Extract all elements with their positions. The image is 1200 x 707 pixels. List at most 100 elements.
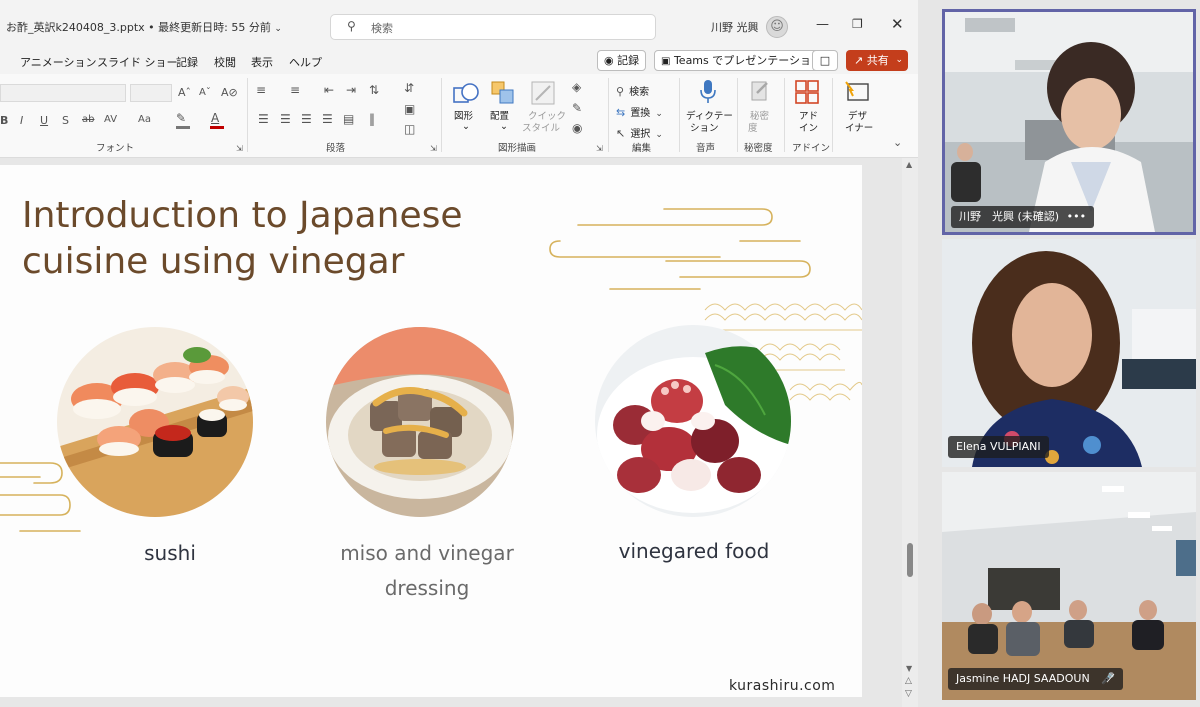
group-paragraph-label: 段落 [326,143,346,154]
group-font-label: フォント [96,143,135,154]
vertical-scrollbar[interactable]: ▲ ▼ △ ▽ [902,158,918,707]
scroll-down-icon[interactable]: ▼ [906,664,912,673]
more-options-icon[interactable]: ••• [1067,210,1086,223]
font-color-icon[interactable]: A [211,111,219,125]
columns-icon[interactable]: ‖ [369,112,375,126]
search-placeholder: 検索 [371,22,393,35]
change-case-button[interactable]: Aa [138,114,151,125]
elena-video [942,239,1196,467]
line-spacing-icon[interactable]: ⇅ [369,83,379,97]
underline-button[interactable]: U [40,114,48,127]
close-icon[interactable]: ✕ [891,15,904,33]
designer-button[interactable]: デザ イナー [838,78,878,136]
align-center-icon[interactable]: ☰ [280,112,291,126]
share-button[interactable]: ↗ 共有 ⌄ [846,50,908,71]
caption-miso-line-2[interactable]: dressing [320,576,534,600]
strikethrough-button[interactable]: ab [82,114,94,125]
italic-button[interactable]: I [20,114,23,127]
restore-icon[interactable]: ❐ [852,17,863,31]
search-box[interactable]: ⚲ 検索 [330,14,656,40]
numbering-icon[interactable]: ≡ [290,83,300,97]
vinegared-food-photo[interactable] [595,325,791,517]
addins-button[interactable]: アド イン [790,78,824,136]
user-name[interactable]: 川野 光興 [711,19,759,35]
bullets-icon[interactable]: ≡ [256,83,266,97]
shape-fill-icon[interactable]: ◈ [572,80,581,94]
menu-record[interactable]: 記録 [176,54,198,70]
clear-format-icon[interactable]: A⊘ [221,86,238,99]
distributed-icon[interactable]: ▤ [343,112,354,126]
slide-title-line-2: cuisine using vinegar [22,241,405,282]
participant-name-tag: Elena VULPIANI [948,436,1049,458]
shape-outline-icon[interactable]: ✎ [572,101,582,115]
align-text-icon[interactable]: ▣ [404,102,415,116]
slide-canvas[interactable]: Introduction to Japanese cuisine using v… [0,165,862,697]
menu-view[interactable]: 表示 [251,54,273,70]
group-editing-label: 編集 [632,143,652,154]
arrange-button[interactable]: 配置 ⌄ [488,78,518,136]
record-icon: ◉ [604,54,614,67]
octopus-image [595,325,791,517]
slide-title[interactable]: Introduction to Japanese cuisine using v… [22,193,463,285]
dialog-launcher-icon[interactable]: ⇲ [430,144,437,153]
shapes-icon [453,83,479,103]
scrollbar-thumb[interactable] [907,543,913,577]
caption-miso-line-1[interactable]: miso and vinegar [320,541,534,565]
microphone-icon [700,80,716,103]
dialog-launcher-icon[interactable]: ⇲ [236,144,243,153]
share-icon: ↗ [854,54,864,67]
bold-button[interactable]: B [0,114,8,127]
present-in-teams-button[interactable]: ▣ Teams でプレゼンテーション [654,50,830,71]
align-right-icon[interactable]: ☰ [301,112,312,126]
menu-review[interactable]: 校閲 [214,54,236,70]
participant-tile-presenter[interactable]: 川野 光興 (未確認) ••• [942,9,1196,235]
caption-vinegared-food[interactable]: vinegared food [596,539,792,563]
decrease-indent-icon[interactable]: ⇤ [324,83,334,97]
justify-icon[interactable]: ☰ [322,112,333,126]
increase-indent-icon[interactable]: ⇥ [346,83,356,97]
shape-effects-icon[interactable]: ◉ [572,121,582,135]
dictate-button[interactable]: ディクテー ション [684,78,733,136]
align-left-icon[interactable]: ☰ [258,112,269,126]
replace-button[interactable]: ⇆ 置換 ⌄ [616,101,663,119]
miso-vinegar-photo[interactable] [326,327,514,517]
menu-slideshow[interactable]: スライド ショー [97,54,178,70]
find-button[interactable]: ⚲ 検索 [616,80,649,98]
next-slide-icon[interactable]: ▽ [905,689,912,699]
participant-tile-elena[interactable]: Elena VULPIANI [942,239,1196,467]
font-size-combo[interactable] [130,84,172,102]
previous-slide-icon[interactable]: △ [905,676,912,686]
comment-icon[interactable]: □ [812,50,838,71]
shrink-font-icon[interactable]: Aˇ [199,87,211,98]
highlight-color-bar [176,126,190,129]
minimize-icon[interactable]: — [816,17,829,32]
text-direction-icon[interactable]: ⇵ [404,81,414,95]
document-title[interactable]: お酢_英訳k240408_3.pptx • 最終更新日時: 55 分前 ⌄ [6,19,282,35]
select-button[interactable]: ↖ 選択 ⌄ [616,122,663,140]
participant-tile-classroom[interactable]: Jasmine HADJ SAADOUN 🎤̸ [942,472,1196,700]
quick-style-button[interactable]: クイック スタイル [522,78,566,136]
sushi-photo[interactable] [57,327,253,517]
grow-font-icon[interactable]: Aˆ [178,86,191,99]
avatar[interactable]: ☺ [766,16,788,38]
menu-animation[interactable]: アニメーション [20,54,97,70]
highlight-icon[interactable]: ✎ [176,111,186,125]
shape-button[interactable]: 図形 ⌄ [448,78,484,136]
chevron-down-icon[interactable]: ⌄ [893,136,902,149]
record-button[interactable]: ◉ 記録 [597,50,647,71]
char-spacing-button[interactable]: AV [104,114,117,125]
menu-help[interactable]: ヘルプ [289,54,322,70]
shadow-button[interactable]: S [62,114,69,127]
caption-sushi[interactable]: sushi [120,541,220,565]
smartart-icon[interactable]: ◫ [404,122,415,136]
present-in-teams-label: Teams でプレゼンテーション [673,54,823,67]
dialog-launcher-icon[interactable]: ⇲ [596,144,603,153]
font-color-bar [210,126,224,129]
designer-icon [845,81,869,101]
sensitivity-button[interactable]: 秘密 度 [742,78,778,136]
scroll-up-icon[interactable]: ▲ [906,160,912,169]
title-bar: お酢_英訳k240408_3.pptx • 最終更新日時: 55 分前 ⌄ ⚲ … [0,0,918,46]
font-name-combo[interactable] [0,84,126,102]
chevron-down-icon: ⌄ [655,109,663,119]
quick-style-label-2: スタイル [522,123,561,134]
